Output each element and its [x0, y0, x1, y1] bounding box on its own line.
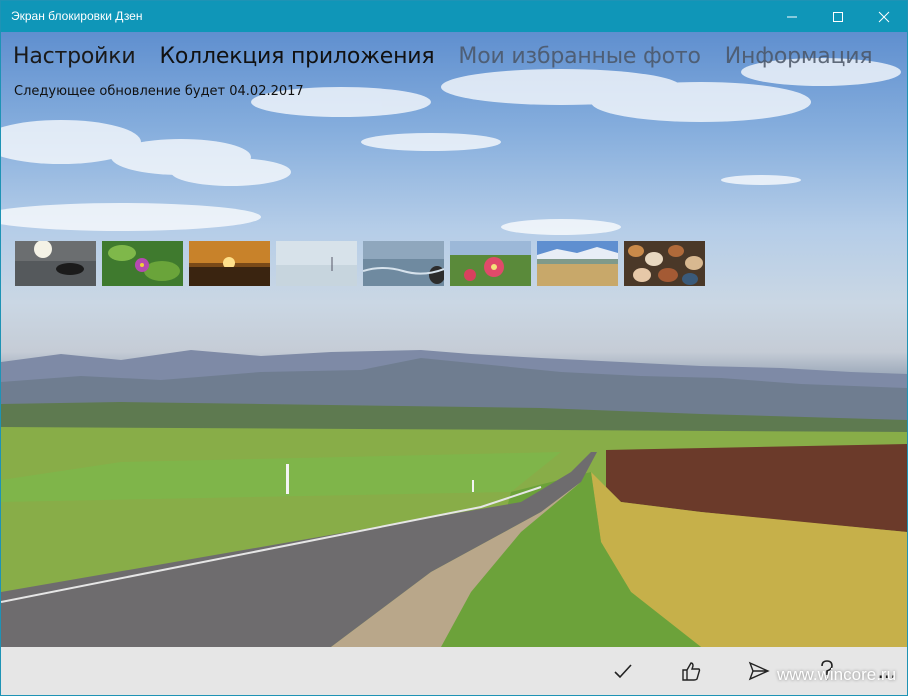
app-window: Экран блокировки Дзен Настройки Коллекци… [0, 0, 908, 696]
minimize-icon [787, 16, 797, 17]
close-button[interactable] [861, 1, 907, 32]
window-title: Экран блокировки Дзен [11, 9, 143, 23]
share-button[interactable] [745, 659, 773, 683]
thumbnail-3[interactable] [189, 241, 270, 286]
command-bar: ... [1, 647, 907, 695]
landscape-illustration [1, 58, 907, 647]
maximize-icon [833, 11, 843, 22]
thumbnail-2[interactable] [102, 241, 183, 286]
thumbnail-5[interactable] [363, 241, 444, 286]
thumbs-up-icon [682, 662, 701, 681]
tab-settings[interactable]: Настройки [13, 44, 136, 69]
tab-app-collection[interactable]: Коллекция приложения [159, 44, 434, 69]
minimize-button[interactable] [769, 1, 815, 32]
tab-information[interactable]: Информация [725, 44, 873, 69]
checkmark-icon [614, 664, 632, 679]
maximize-button[interactable] [815, 1, 861, 32]
watermark: www.wincore.ru [777, 665, 897, 684]
apply-button[interactable] [609, 659, 637, 683]
title-bar[interactable]: Экран блокировки Дзен [1, 1, 907, 32]
thumbnail-1[interactable] [15, 241, 96, 286]
next-update-text: Следующее обновление будет 04.02.2017 [14, 84, 304, 99]
tab-favorite-photos[interactable]: Мои избранные фото [458, 44, 701, 69]
thumbnail-7[interactable] [537, 241, 618, 286]
thumbnail-8[interactable] [624, 241, 705, 286]
like-button[interactable] [677, 659, 705, 683]
top-navigation: Настройки Коллекция приложения Мои избра… [13, 44, 873, 69]
close-icon [878, 11, 890, 22]
thumbnail-4[interactable] [276, 241, 357, 286]
thumbnail-strip [15, 241, 705, 286]
thumbnail-6[interactable] [450, 241, 531, 286]
background-photo: Настройки Коллекция приложения Мои избра… [1, 32, 907, 647]
send-icon [748, 661, 770, 681]
